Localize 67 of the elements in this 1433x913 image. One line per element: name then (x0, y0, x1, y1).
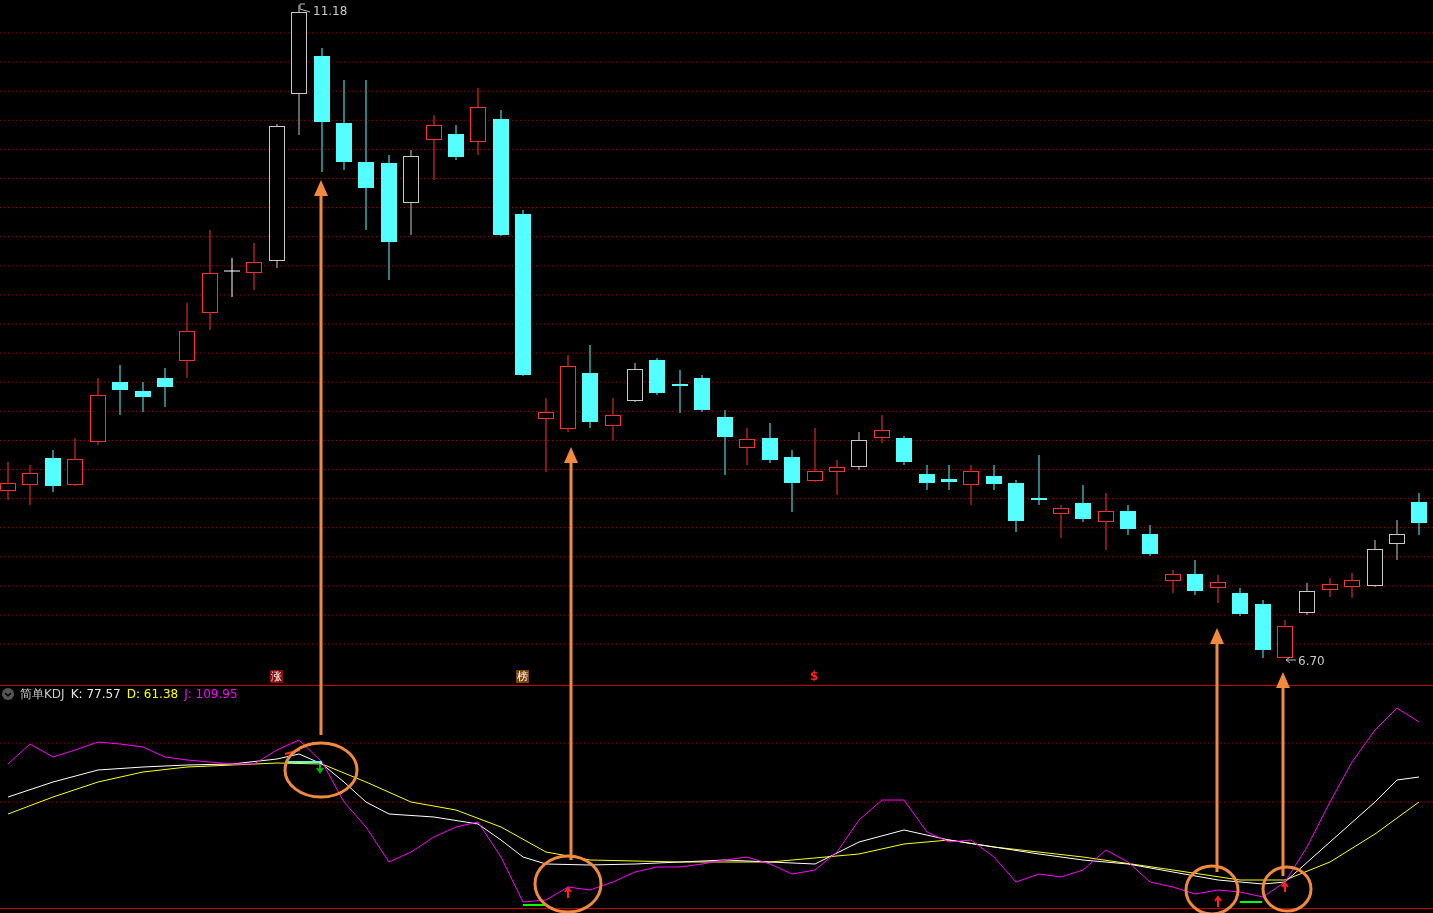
candlestick (1053, 504, 1069, 539)
candlestick (627, 362, 643, 403)
collapse-icon[interactable] (2, 688, 14, 700)
candlestick (874, 414, 890, 444)
candlestick (426, 114, 442, 181)
down-arrow-icon (316, 763, 324, 774)
candlestick (223, 257, 241, 298)
candlestick (1187, 559, 1203, 596)
candlestick (1165, 569, 1181, 594)
candlestick (1322, 577, 1338, 598)
up-arrow-icon (1281, 881, 1289, 893)
candlestick (784, 449, 800, 513)
candlestick (1344, 572, 1360, 599)
candlestick (112, 364, 128, 416)
indicator-name: 简单KDJ (20, 685, 65, 703)
candlestick (90, 377, 106, 446)
candlestick (941, 464, 957, 491)
candlestick (807, 427, 823, 483)
candlestick (717, 409, 733, 476)
candlestick (135, 381, 151, 413)
signal-marker: $ (810, 670, 819, 683)
candlestick (1255, 599, 1271, 659)
candlestick (1389, 519, 1405, 561)
candlestick (22, 464, 38, 506)
high-price-label: 11.18 (299, 3, 348, 18)
candlestick (1299, 582, 1315, 616)
signal-line (284, 749, 301, 755)
candlestick (829, 459, 845, 496)
candlestick (1411, 492, 1427, 536)
candlestick (739, 427, 755, 466)
candlestick (1075, 484, 1091, 523)
candlestick (1120, 504, 1136, 536)
candlestick (1277, 619, 1293, 659)
indicator-value: D: 61.38 (126, 687, 179, 701)
signal-line (1239, 901, 1263, 903)
candlestick (448, 124, 464, 161)
candlestick (470, 87, 486, 156)
low-price-label: 6.70 (1285, 654, 1325, 668)
candlestick (649, 357, 665, 396)
up-arrow-icon (1214, 895, 1222, 907)
indicator-value: K: 77.57 (70, 687, 121, 701)
indicator-value: J: 109.95 (184, 687, 238, 701)
candlestick (157, 367, 173, 408)
annotation-circle (1261, 865, 1313, 913)
candlestick (67, 437, 83, 487)
candlestick (919, 464, 935, 491)
candlestick (1232, 587, 1248, 617)
signal-badge: 涨 (270, 670, 283, 683)
signal-badge: 榜 (516, 670, 529, 683)
signal-line (522, 904, 546, 906)
candlestick (986, 464, 1002, 491)
candlestick (1367, 539, 1383, 588)
candlestick (963, 464, 979, 506)
candlestick (1142, 524, 1158, 557)
candlestick (45, 449, 61, 493)
candlestick (1098, 492, 1114, 551)
candlestick (672, 369, 688, 414)
candlestick (896, 435, 912, 466)
candlestick (1008, 479, 1024, 533)
candlestick (694, 374, 710, 413)
candlestick (1210, 574, 1226, 604)
candlestick (605, 397, 621, 441)
candlestick (246, 242, 262, 291)
candlestick (1031, 454, 1047, 506)
up-arrow-icon (564, 886, 572, 899)
candlestick (762, 422, 778, 464)
candlestick (851, 431, 867, 471)
